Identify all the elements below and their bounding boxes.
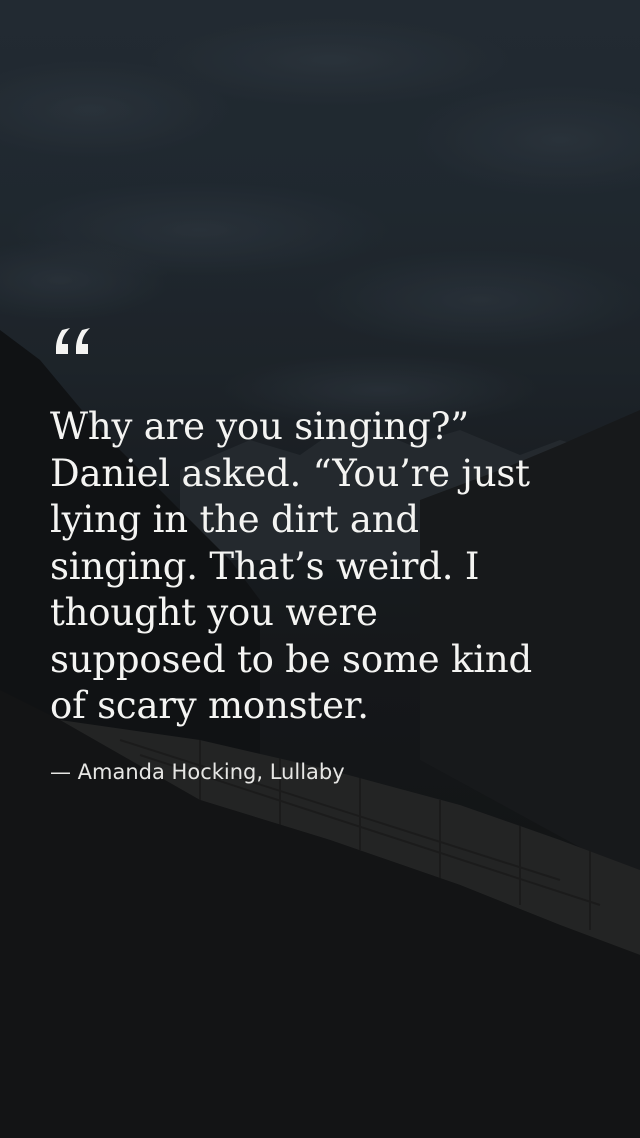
quote-attribution: — Amanda Hocking, Lullaby	[50, 760, 345, 784]
open-quote-icon	[56, 328, 90, 354]
quote-text: Why are you singing?” Daniel asked. “You…	[50, 405, 533, 727]
quote-card: Why are you singing?” Daniel asked. “You…	[0, 0, 640, 1138]
